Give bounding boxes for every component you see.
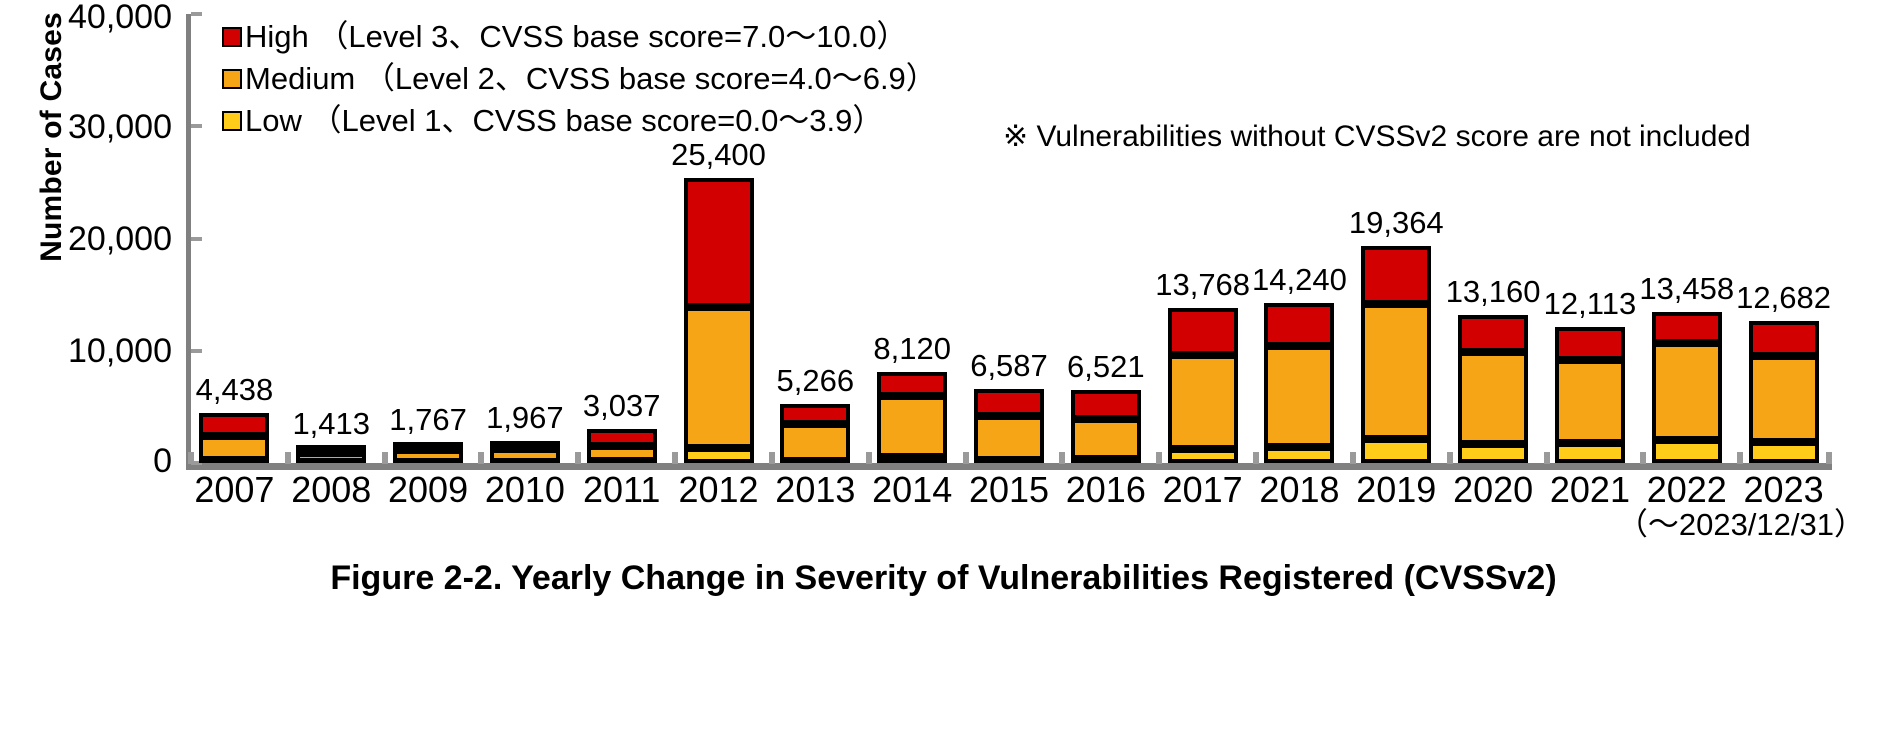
bar-segment-medium-2020[interactable] [1458,351,1529,444]
bar-segment-high-2021[interactable] [1554,327,1625,360]
legend-swatch-high-icon [222,27,242,47]
legend-item-medium: Medium （Level 2、CVSS base score=4.0～6.9） [222,58,1042,100]
bar-segment-low-2020[interactable] [1458,443,1529,463]
bar-segment-medium-2012[interactable] [683,306,754,449]
bar-segment-high-2010[interactable] [489,440,560,450]
figure-caption: Figure 2-2. Yearly Change in Severity of… [330,559,1557,597]
bar-group-2021[interactable]: 12,113 [1544,14,1636,463]
bar-segment-low-2018[interactable] [1264,446,1335,463]
bar-segment-high-2016[interactable] [1070,389,1141,419]
bar-segment-high-2019[interactable] [1361,245,1432,304]
chart-note: ※ Vulnerabilities without CVSSv2 score a… [1003,120,1751,153]
legend-swatch-low-icon [222,111,242,131]
bar-segment-high-2013[interactable] [780,403,851,425]
bar-segment-high-2022[interactable] [1651,311,1722,344]
y-axis-tick-labels: 40,000 30,000 20,000 10,000 0 [22,0,172,480]
bar-total-label-2013: 5,266 [776,362,855,398]
period-annotation: （～2023/12/31） [1616,507,1865,542]
bar-total-label-2019: 19,364 [1348,204,1444,240]
y-tick-label: 40,000 [68,0,172,36]
bar-total-label-2016: 6,521 [1067,348,1145,384]
bar-segment-medium-2015[interactable] [974,416,1044,460]
bar-segment-high-2018[interactable] [1264,303,1335,346]
bar-segment-high-2007[interactable] [199,413,270,437]
bar-group-2018[interactable]: 14,240 [1252,14,1347,463]
legend-label-low: Low （Level 1、CVSS base score=0.0～3.9） [245,103,884,138]
bar-segment-medium-2008[interactable] [296,453,367,462]
y-tick-label: 10,000 [68,332,172,370]
bar-total-label-2018: 14,240 [1252,262,1347,298]
bar-segment-medium-2022[interactable] [1651,343,1722,440]
bar-total-label-2007: 4,438 [195,372,274,408]
bar-segment-high-2017[interactable] [1167,308,1238,355]
bar-group-2019[interactable]: 19,364 [1349,14,1444,463]
bar-segment-medium-2021[interactable] [1554,359,1625,444]
y-tick-label: 0 [153,442,172,480]
x-axis-category-labels: 2007 2008 2009 2010 2011 2012 2013 2014 2015 2016… [186,470,1832,516]
bar-segment-medium-2019[interactable] [1361,303,1432,440]
bar-group-2022[interactable]: 13,458 [1639,14,1734,463]
bar-segment-medium-2018[interactable] [1264,345,1335,447]
bar-segment-high-2014[interactable] [877,371,948,396]
bar-segment-high-2012[interactable] [683,177,754,307]
bar-segment-medium-2011[interactable] [586,446,657,462]
bar-group-2023[interactable]: 12,682 [1736,14,1831,463]
bar-group-2017[interactable]: 13,768 [1155,14,1250,463]
bar-segment-high-2008[interactable] [296,445,367,454]
bar-group-2020[interactable]: 13,160 [1446,14,1541,463]
y-tick-label: 20,000 [68,220,172,258]
bar-total-label-2012: 25,400 [671,136,766,172]
bar-segment-high-2009[interactable] [393,441,464,450]
bar-segment-medium-2014[interactable] [877,395,948,458]
bar-segment-low-2023[interactable] [1748,442,1819,463]
bar-segment-medium-2010[interactable] [489,449,560,462]
bar-segment-medium-2009[interactable] [393,449,464,462]
chart-legend: High （Level 3、CVSS base score=7.0～10.0） … [222,16,1042,142]
bar-segment-low-2022[interactable] [1651,439,1722,463]
bar-segment-high-2015[interactable] [974,389,1044,417]
bar-total-label-2023: 12,682 [1736,279,1831,315]
bar-segment-medium-2013[interactable] [780,424,851,461]
bar-segment-high-2011[interactable] [586,428,657,447]
y-tick-label: 30,000 [68,108,172,146]
legend-item-low: Low （Level 1、CVSS base score=0.0～3.9） [222,100,1042,142]
bar-segment-medium-2017[interactable] [1167,354,1238,449]
legend-swatch-medium-icon [222,69,242,89]
bar-group-2016[interactable]: 6,521 [1067,14,1145,463]
bar-segment-low-2017[interactable] [1167,448,1238,463]
bar-segment-low-2019[interactable] [1361,439,1432,463]
bar-segment-low-2012[interactable] [683,448,754,463]
legend-label-high: High （Level 3、CVSS base score=7.0～10.0） [245,19,908,54]
legend-item-high: High （Level 3、CVSS base score=7.0～10.0） [222,16,1042,58]
bar-total-label-2011: 3,037 [582,387,661,423]
bar-segment-high-2020[interactable] [1458,315,1529,352]
x-axis-label-2023: 2023 [1743,469,1824,510]
bar-segment-high-2023[interactable] [1748,320,1819,357]
bar-segment-low-2021[interactable] [1554,443,1625,463]
bar-segment-medium-2016[interactable] [1070,418,1141,460]
bar-segment-medium-2023[interactable] [1748,356,1819,443]
chart-figure: Number of Cases 40,000 30,000 20,000 10,… [0,0,1887,746]
legend-label-medium: Medium （Level 2、CVSS base score=4.0～6.9） [245,61,937,96]
bar-segment-medium-2007[interactable] [199,436,270,460]
